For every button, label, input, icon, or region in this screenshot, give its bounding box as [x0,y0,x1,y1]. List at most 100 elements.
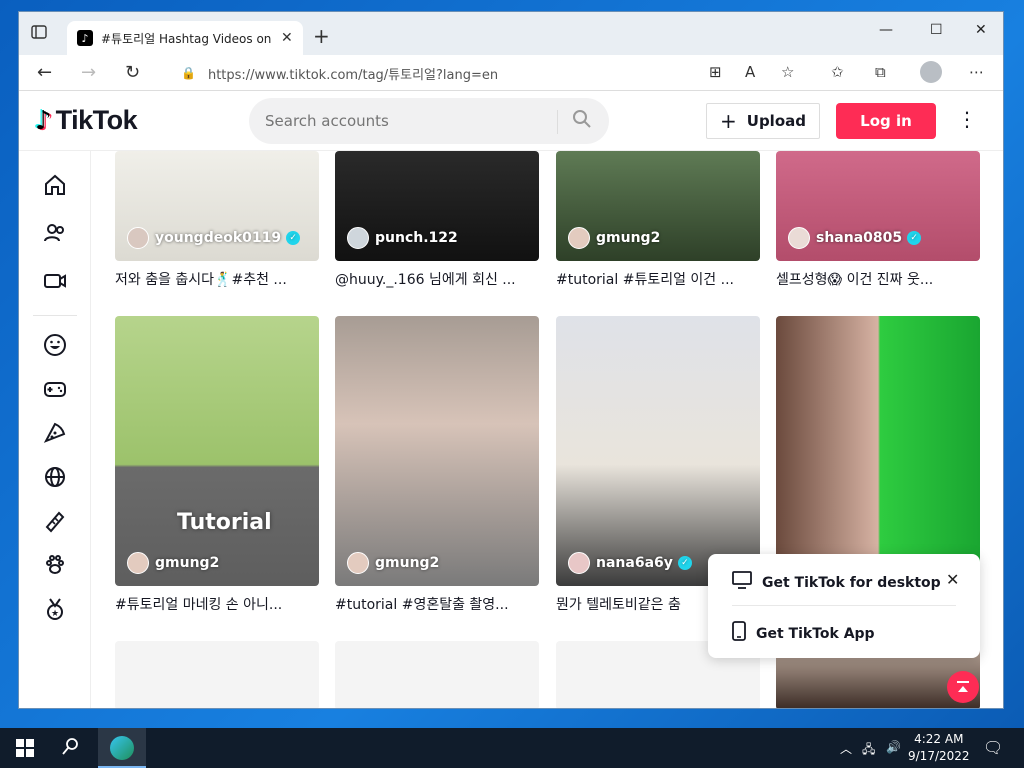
animals-paw-icon[interactable] [41,551,69,579]
taskbar: ︿ 🖧 🔊 4:22 AM 9/17/2022 🗨 [0,728,1024,768]
travel-globe-icon[interactable] [41,463,69,491]
windows-start-icon[interactable] [16,739,34,761]
favorites-icon[interactable]: ✩ [831,63,844,81]
search-taskbar-icon[interactable] [62,737,80,760]
video-thumbnail[interactable]: punch.122 [335,151,539,261]
minimize-icon[interactable]: — [879,22,893,38]
clock-time: 4:22 AM [914,732,964,746]
video-caption[interactable]: 저와 춤을 춥시다🕺#추천 ... [115,269,315,289]
video-caption[interactable]: #튜토리얼 마네킹 손 아니... [115,594,315,614]
video-card-placeholder [335,641,539,708]
video-card[interactable]: Tutorial gmung2 #튜토리얼 마네킹 손 아니... [115,316,319,614]
video-user[interactable]: gmung2 [568,227,660,249]
login-button[interactable]: Log in [836,103,936,139]
comedy-icon[interactable] [41,331,69,359]
video-thumbnail[interactable]: shana0805 ✓ [776,151,980,261]
address-bar[interactable]: 🔒 https://www.tiktok.com/tag/튜토리얼?lang=e… [181,61,761,85]
maximize-icon[interactable]: ☐ [930,22,943,38]
video-user[interactable]: shana0805 ✓ [788,227,922,249]
video-card[interactable] [776,316,980,586]
user-avatar [788,227,810,249]
more-menu-icon[interactable]: ⋮ [957,107,977,131]
video-card[interactable]: shana0805 ✓ 셀프성형😱 이건 진짜 웃... [776,151,980,289]
show-hidden-icons-icon[interactable]: ︿ [840,740,852,757]
collections-icon[interactable]: ⧉ [875,63,886,81]
tiktok-note-icon: ♪ [35,105,52,136]
live-icon[interactable] [41,267,69,295]
video-card[interactable]: youngdeok0119 ✓ 저와 춤을 춥시다🕺#추천 ... [115,151,319,289]
username: punch.122 [375,230,458,246]
browser-toolbar: ← → ↻ 🔒 https://www.tiktok.com/tag/튜토리얼?… [19,55,1003,91]
phone-icon [732,621,746,646]
browser-tab[interactable]: ♪ #튜토리얼 Hashtag Videos on TikTok ✕ [67,21,303,55]
video-user[interactable]: gmung2 [127,552,219,574]
notification-icon[interactable]: 🗨 [983,738,1003,757]
tiktok-logo[interactable]: ♪ TikTok [35,105,138,136]
reload-icon[interactable]: ↻ [125,62,140,83]
add-favorite-icon[interactable]: ☆ [781,63,794,81]
username: gmung2 [155,555,220,571]
home-icon[interactable] [41,171,69,199]
app-available-icon[interactable]: ⊞ [709,63,722,81]
gaming-icon[interactable] [41,375,69,403]
profile-avatar[interactable] [920,61,942,83]
video-caption[interactable]: #tutorial #튜토리얼 이건 ... [556,269,756,289]
user-avatar [127,552,149,574]
verified-badge-icon: ✓ [286,231,301,245]
settings-more-icon[interactable]: ⋯ [969,63,984,81]
network-icon[interactable]: 🖧 [862,740,875,761]
close-popup-icon[interactable]: ✕ [946,570,959,589]
search-box[interactable] [249,98,609,144]
desktop-label: Get TikTok for desktop [762,574,941,591]
verified-badge-icon: ✓ [907,231,922,245]
back-icon[interactable]: ← [37,62,52,83]
video-card[interactable]: punch.122 @huuy._.166 님에게 회신 ... [335,151,539,289]
video-user[interactable]: youngdeok0119 ✓ [127,227,301,249]
video-thumbnail-placeholder [115,641,319,708]
edge-icon [110,736,134,760]
search-icon[interactable] [572,109,592,134]
beauty-comb-icon[interactable] [41,507,69,535]
video-caption[interactable]: @huuy._.166 님에게 회신 ... [335,269,535,289]
edge-taskbar-button[interactable] [98,728,146,768]
forward-icon[interactable]: → [81,62,96,83]
search-input[interactable] [265,112,555,130]
video-thumbnail[interactable] [776,316,980,586]
video-thumbnail-placeholder [335,641,539,708]
system-clock[interactable]: 4:22 AM 9/17/2022 [908,731,970,765]
tab-close-icon[interactable]: ✕ [281,30,293,46]
browser-window: ♪ #튜토리얼 Hashtag Videos on TikTok ✕ + — ☐… [18,11,1004,709]
sports-medal-icon[interactable]: ★ [41,595,69,623]
new-tab-icon[interactable]: + [313,24,330,48]
close-window-icon[interactable]: ✕ [975,22,987,38]
video-user[interactable]: punch.122 [347,227,458,249]
scroll-to-top-button[interactable] [947,671,979,703]
username: shana0805 [816,230,903,246]
video-thumbnail[interactable]: gmung2 [556,151,760,261]
video-card[interactable]: gmung2 #tutorial #영혼탈출 촬영... [335,316,539,614]
following-icon[interactable] [41,219,69,247]
video-user[interactable]: nana6a6y ✓ [568,552,692,574]
video-thumbnail[interactable]: Tutorial gmung2 [115,316,319,586]
video-thumbnail[interactable]: nana6a6y ✓ [556,316,760,586]
monitor-icon [732,571,752,594]
user-avatar [127,227,149,249]
url-text: https://www.tiktok.com/tag/튜토리얼?lang=en [207,67,499,83]
food-icon[interactable] [41,419,69,447]
left-sidebar: ★ [19,151,91,708]
volume-icon[interactable]: 🔊 [886,740,901,754]
video-caption[interactable]: 셀프성형😱 이건 진짜 웃... [776,269,976,289]
get-desktop-link[interactable]: Get TikTok for desktop [732,571,941,594]
tab-actions-icon[interactable] [31,24,53,44]
get-app-link[interactable]: Get TikTok App [732,621,875,646]
video-caption[interactable]: #tutorial #영혼탈출 촬영... [335,594,535,614]
video-user[interactable]: gmung2 [347,552,439,574]
username: gmung2 [596,230,661,246]
video-card[interactable]: gmung2 #tutorial #튜토리얼 이건 ... [556,151,760,289]
upload-button[interactable]: + Upload [706,103,820,139]
video-thumbnail[interactable]: gmung2 [335,316,539,586]
popup-divider [732,605,956,606]
video-thumbnail[interactable]: youngdeok0119 ✓ [115,151,319,261]
read-aloud-icon[interactable]: A [745,63,755,81]
tiktok-favicon-icon: ♪ [77,30,93,46]
